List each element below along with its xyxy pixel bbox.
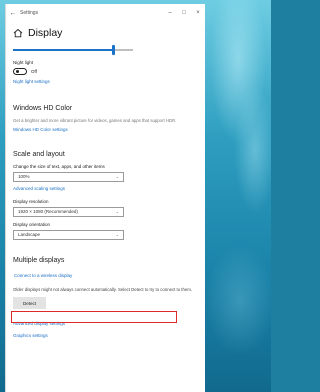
chevron-down-icon: ⌄ [115, 209, 119, 214]
scale-value: 100% [18, 174, 30, 179]
hd-color-description: Get a brighter and more vibrant picture … [13, 118, 177, 123]
detect-note: Older displays might not always connect … [13, 286, 193, 292]
orientation-dropdown[interactable]: Landscape ⌄ [13, 229, 124, 240]
slider-thumb[interactable] [112, 45, 115, 55]
toggle-state-label: Off [31, 68, 37, 74]
graphics-settings-link[interactable]: Graphics settings [13, 333, 198, 338]
multiple-displays-title: Multiple displays [13, 256, 65, 264]
minimize-button[interactable]: – [163, 10, 177, 16]
resolution-value: 1920 × 1080 (Recommended) [18, 209, 78, 214]
settings-content: Display Night light Off Night light sett… [6, 22, 205, 338]
maximize-button[interactable]: □ [177, 10, 191, 16]
slider-fill [13, 49, 113, 51]
detect-button[interactable]: Detect [13, 297, 46, 309]
close-button[interactable]: × [191, 10, 205, 16]
scale-layout-title: Scale and layout [13, 150, 65, 158]
chevron-down-icon: ⌄ [115, 232, 119, 237]
title-bar: ← Settings – □ × [6, 4, 205, 22]
chevron-down-icon: ⌄ [115, 174, 119, 179]
night-light-toggle[interactable] [13, 67, 27, 75]
brightness-slider[interactable] [13, 45, 198, 55]
page-header: Display [13, 22, 198, 44]
back-arrow-icon[interactable]: ← [6, 10, 20, 17]
night-light-toggle-row: Off [13, 65, 198, 77]
toggle-knob [15, 69, 19, 73]
scale-dropdown[interactable]: 100% ⌄ [13, 171, 124, 182]
resolution-dropdown[interactable]: 1920 × 1080 (Recommended) ⌄ [13, 206, 124, 217]
home-icon [13, 28, 23, 38]
orientation-value: Landscape [18, 232, 41, 237]
settings-window: ← Settings – □ × Display Night light Off… [5, 4, 205, 392]
highlight-box [11, 311, 177, 323]
window-title: Settings [20, 10, 39, 16]
page-title: Display [28, 27, 63, 39]
hd-color-title: Windows HD Color [13, 105, 73, 112]
